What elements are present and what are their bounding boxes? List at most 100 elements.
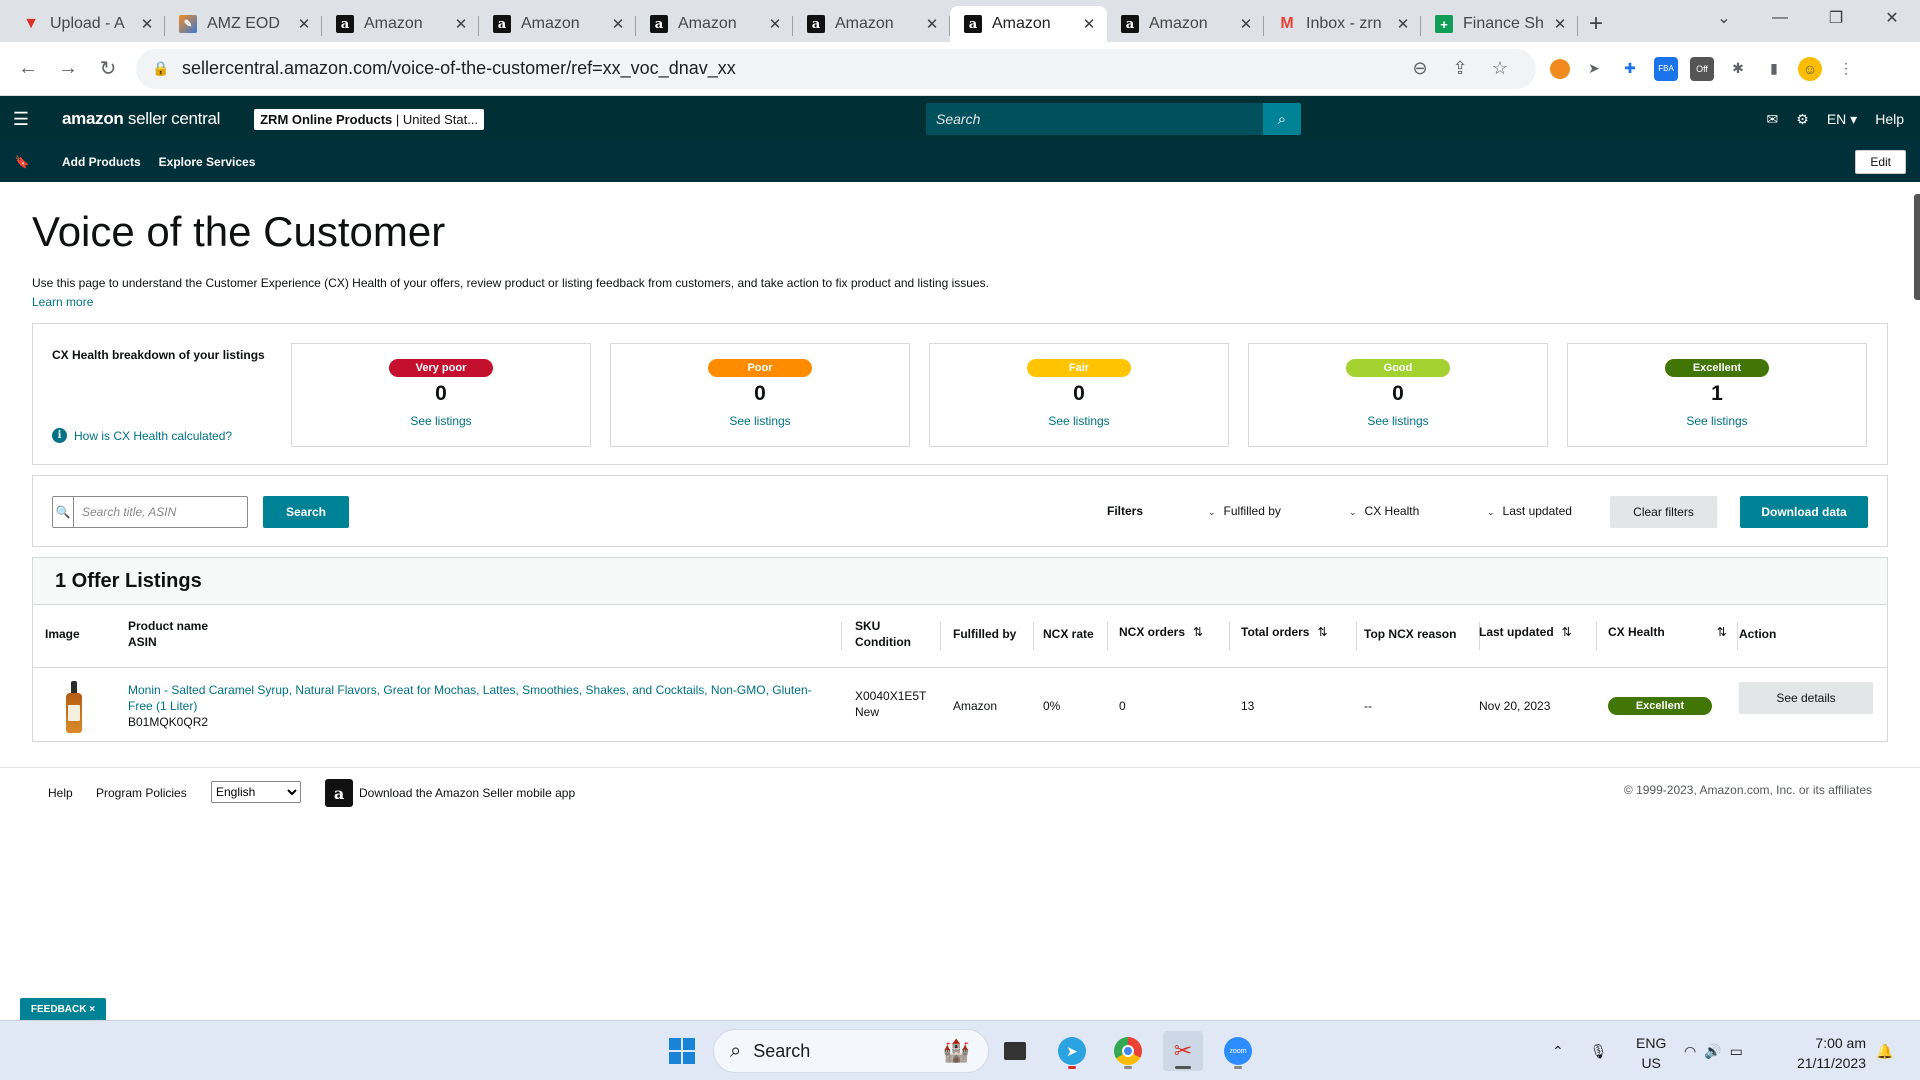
close-tab-icon[interactable]: ✕ (1238, 15, 1254, 33)
tab-title: Amazon (992, 15, 1051, 32)
browser-tab[interactable]: a Amazon ✕ (636, 6, 793, 42)
browser-tab[interactable]: a Amazon ✕ (479, 6, 636, 42)
extension-fba-icon[interactable]: FBA (1654, 56, 1678, 81)
input-language[interactable]: ENG US (1636, 1033, 1666, 1073)
footer-help-link[interactable]: Help (48, 786, 73, 800)
snipping-tool-icon[interactable]: ✂ (1163, 1031, 1203, 1071)
see-listings-link[interactable]: See listings (1568, 414, 1866, 428)
close-window-icon[interactable]: ✕ (1864, 0, 1920, 36)
windows-start-icon[interactable] (662, 1031, 702, 1071)
extension-orange-icon[interactable] (1550, 58, 1570, 79)
see-listings-link[interactable]: See listings (930, 414, 1228, 428)
cx-health-panel: CX Health breakdown of your listings i Ho… (32, 323, 1888, 465)
close-tab-icon[interactable]: ✕ (924, 15, 940, 33)
close-tab-icon[interactable]: ✕ (453, 15, 469, 33)
url-text[interactable]: sellercentral.amazon.com/voice-of-the-cu… (182, 58, 1400, 79)
gear-icon[interactable]: ⚙ (1796, 111, 1809, 128)
taskbar-search[interactable]: ⌕ Search 🏰 (713, 1029, 989, 1073)
col-cx-health[interactable]: CX Health ⇅ (1608, 624, 1727, 640)
forward-icon[interactable]: → (48, 49, 88, 89)
reload-icon[interactable]: ↻ (88, 49, 128, 89)
seller-central-logo[interactable]: amazon seller central (62, 109, 220, 129)
extension-arrow-icon[interactable]: ➤ (1582, 57, 1606, 81)
close-tab-icon[interactable]: ✕ (1081, 15, 1097, 33)
close-tab-icon[interactable]: ✕ (296, 15, 312, 33)
hamburger-menu-icon[interactable]: ☰ (0, 109, 42, 130)
restore-icon[interactable]: ❐ (1808, 0, 1864, 36)
side-panel-icon[interactable]: ▮ (1762, 57, 1786, 81)
chrome-icon[interactable] (1108, 1031, 1148, 1071)
header-search-input[interactable] (926, 103, 1263, 135)
see-listings-link[interactable]: See listings (1249, 414, 1547, 428)
header-search-button[interactable]: ⌕ (1263, 103, 1301, 135)
listing-search-input[interactable] (74, 498, 247, 526)
browser-tab[interactable]: M Inbox - zrn ✕ (1264, 6, 1421, 42)
close-tab-icon[interactable]: ✕ (610, 15, 626, 33)
browser-tab[interactable]: ✎ AMZ EOD ✕ (165, 6, 322, 42)
nav-explore-services[interactable]: Explore Services (159, 155, 256, 169)
footer-language-select[interactable]: English (211, 781, 301, 803)
address-bar[interactable]: 🔒 sellercentral.amazon.com/voice-of-the-… (136, 48, 1536, 89)
browser-tab-active[interactable]: a Amazon ✕ (950, 6, 1107, 42)
see-listings-link[interactable]: See listings (292, 414, 590, 428)
nav-add-products[interactable]: Add Products (62, 155, 141, 169)
cx-health-how-link[interactable]: i How is CX Health calculated? (52, 428, 232, 443)
bookmark-icon[interactable]: 🔖 (0, 155, 44, 169)
tab-search-icon[interactable]: ⌄ (1696, 0, 1752, 36)
close-tab-icon[interactable]: ✕ (139, 15, 155, 33)
col-total-orders[interactable]: Total orders ⇅ (1241, 624, 1328, 640)
browser-tab[interactable]: ▼ Upload - A ✕ (8, 6, 165, 42)
clock[interactable]: 7:00 am 21/11/2023 (1797, 1033, 1866, 1073)
microphone-icon[interactable]: 🎙 (1590, 1043, 1608, 1060)
back-icon[interactable]: ← (8, 49, 48, 89)
clear-filters-button[interactable]: Clear filters (1610, 496, 1717, 528)
scrollbar-thumb[interactable] (1914, 194, 1920, 300)
listing-search-button[interactable]: Search (263, 496, 349, 528)
see-listings-link[interactable]: See listings (611, 414, 909, 428)
mail-icon[interactable]: ✉ (1767, 111, 1779, 128)
edit-nav-button[interactable]: Edit (1855, 150, 1906, 174)
chevron-up-icon[interactable]: ⌃ (1552, 1043, 1564, 1060)
amazon-seller-app-icon[interactable]: a (325, 779, 353, 807)
filter-last-updated[interactable]: ⌄ Last updated (1487, 504, 1572, 518)
browser-tab[interactable]: a Amazon ✕ (1107, 6, 1264, 42)
close-tab-icon[interactable]: ✕ (767, 15, 783, 33)
footer-program-policies-link[interactable]: Program Policies (96, 786, 187, 800)
col-image: Image (45, 627, 80, 641)
sku-value: X0040X1E5T (855, 689, 927, 703)
language-selector[interactable]: EN ▾ (1827, 111, 1857, 128)
telegram-icon[interactable]: ➤ (1052, 1031, 1092, 1071)
chrome-menu-icon[interactable]: ⋮ (1834, 57, 1858, 81)
task-view-icon[interactable] (995, 1031, 1035, 1071)
new-tab-icon[interactable]: + (1578, 6, 1614, 42)
download-data-button[interactable]: Download data (1740, 496, 1868, 528)
browser-tab[interactable]: a Amazon ✕ (793, 6, 950, 42)
share-icon[interactable]: ⇪ (1440, 58, 1480, 79)
extensions-puzzle-icon[interactable]: ✱ (1726, 57, 1750, 81)
extension-blue-icon[interactable]: ✚ (1618, 57, 1642, 81)
account-switcher[interactable]: ZRM Online Products | United Stat... (254, 108, 485, 130)
close-tab-icon[interactable]: ✕ (1395, 15, 1411, 33)
col-ncx-orders[interactable]: NCX orders ⇅ (1119, 624, 1203, 640)
browser-tab[interactable]: + Finance Sh ✕ (1421, 6, 1578, 42)
minimize-icon[interactable]: — (1752, 0, 1808, 36)
download-app-link[interactable]: Download the Amazon Seller mobile app (359, 786, 575, 800)
filter-fulfilled-by[interactable]: ⌄ Fulfilled by (1208, 504, 1281, 518)
status-icons[interactable]: ◠ 🔊 ▭ (1684, 1021, 1743, 1080)
extension-off-icon[interactable]: Off (1690, 56, 1714, 81)
notifications-bell-icon[interactable]: 🔔 (1876, 1021, 1893, 1080)
close-tab-icon[interactable]: ✕ (1552, 15, 1568, 33)
bookmark-star-icon[interactable]: ☆ (1480, 58, 1520, 79)
browser-tab[interactable]: a Amazon ✕ (322, 6, 479, 42)
lock-icon[interactable]: 🔒 (152, 60, 174, 77)
see-details-button[interactable]: See details (1739, 682, 1873, 714)
zoom-icon[interactable]: zoom (1218, 1031, 1258, 1071)
learn-more-link[interactable]: Learn more (32, 295, 1888, 309)
help-link[interactable]: Help (1875, 111, 1904, 127)
zoom-icon[interactable]: ⊖ (1400, 58, 1440, 79)
product-name-link[interactable]: Monin - Salted Caramel Syrup, Natural Fl… (128, 682, 828, 714)
feedback-button[interactable]: FEEDBACK × (20, 998, 106, 1020)
filter-cx-health[interactable]: ⌄ CX Health (1349, 504, 1419, 518)
col-last-updated[interactable]: Last updated ⇅ (1479, 624, 1572, 640)
profile-avatar-icon[interactable]: ☺ (1798, 56, 1822, 81)
